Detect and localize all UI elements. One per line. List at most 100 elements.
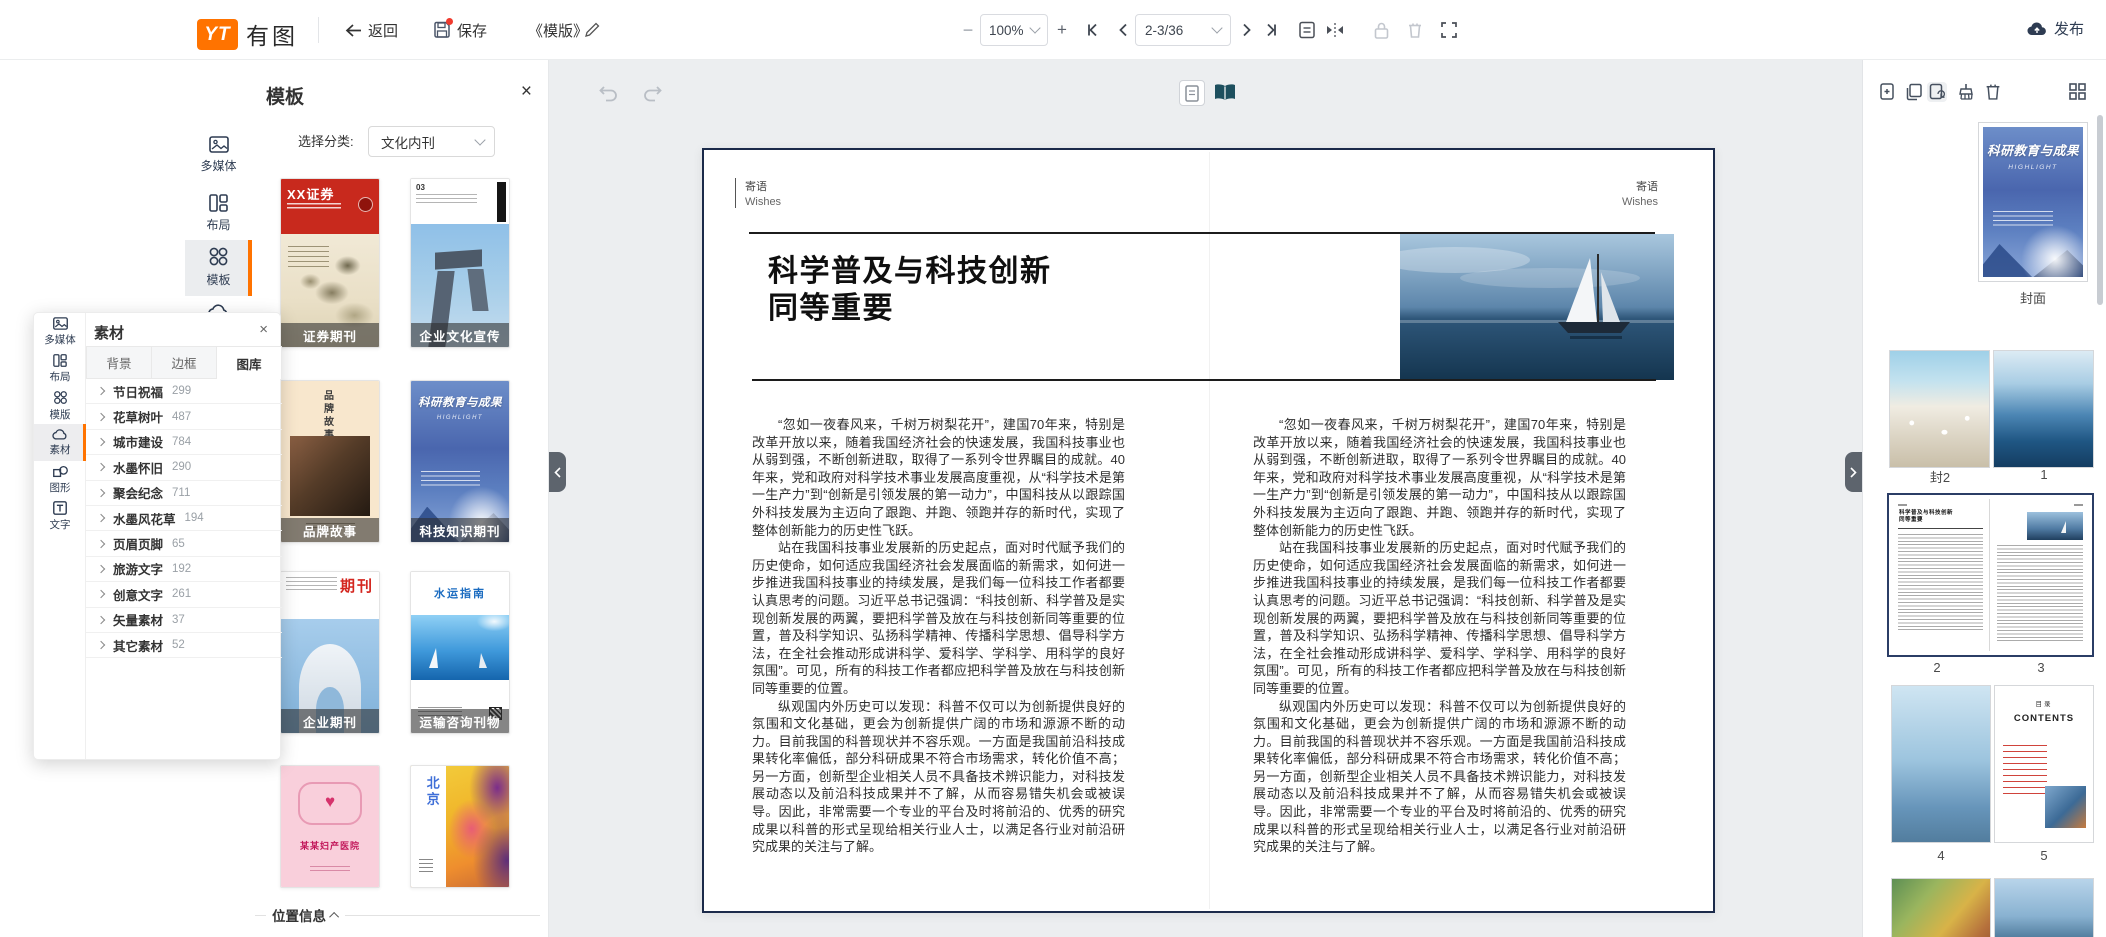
asset-category-row[interactable]: 节日祝福299: [86, 379, 282, 404]
duplicate-page-icon[interactable]: [1905, 83, 1923, 101]
page-select[interactable]: 2-3/36: [1135, 14, 1231, 46]
asset-category-row[interactable]: 页眉页脚65: [86, 531, 282, 556]
page-thumb-cover[interactable]: 科研教育与成果 HIGHLIGHT: [1978, 122, 2088, 282]
asset-category-count: 65: [172, 538, 185, 550]
position-info-section-header[interactable]: 位置信息: [252, 905, 548, 925]
expand-chevron-icon: [97, 489, 105, 497]
fullscreen-button[interactable]: [1438, 14, 1460, 46]
template-card-beijing[interactable]: 北京: [410, 765, 510, 888]
first-page-button[interactable]: [1082, 14, 1104, 46]
lock-button[interactable]: [1370, 14, 1392, 46]
template-card-shipping[interactable]: 水运指南 运输咨询刊物: [410, 571, 510, 734]
page-text-column-right[interactable]: “忽如一夜春风来，千树万树梨花开”，建国70年来，特别是改革开放以来，随着我国经…: [1253, 416, 1626, 856]
asset-category-list: 节日祝福299花草树叶487城市建设784水墨怀旧290聚会纪念711水墨风花草…: [86, 379, 282, 658]
next-page-button[interactable]: [1236, 14, 1258, 46]
category-select[interactable]: 文化内刊: [368, 126, 495, 157]
publish-button[interactable]: 发布: [2027, 18, 2084, 39]
save-button[interactable]: 保存: [433, 17, 487, 43]
tab-borders[interactable]: 边框: [152, 346, 217, 379]
body-rule: [752, 379, 1656, 381]
article-headline[interactable]: 科学普及与科技创新 同等重要: [768, 253, 1052, 327]
page-spread[interactable]: 寄语 Wishes 寄语 Wishes 科学普及与科技创新 同等重要: [702, 148, 1715, 913]
rail-item-assets[interactable]: 素材: [34, 424, 86, 461]
clear-pages-icon[interactable]: [1957, 83, 1975, 101]
page-thumb-6[interactable]: [1891, 878, 1991, 937]
add-page-icon[interactable]: [1879, 83, 1897, 101]
rail-item-template[interactable]: 模板: [185, 240, 252, 296]
asset-category-count: 784: [172, 436, 191, 448]
assets-floating-panel: 多媒体 布局 模版 素材 图形 文字 素材 ×: [33, 312, 281, 760]
template-card-tech-journal[interactable]: 科研教育与成果 HIGHLIGHT 科技知识期刊: [410, 380, 510, 543]
grid-view-icon[interactable]: [2069, 83, 2087, 101]
redo-button[interactable]: [643, 84, 663, 104]
page-thumb-cover2[interactable]: [1889, 350, 1990, 468]
back-button[interactable]: 返回: [345, 17, 398, 43]
facing-pages-button[interactable]: [1324, 14, 1346, 46]
trash-icon[interactable]: [1985, 83, 2003, 101]
page-thumb-7[interactable]: [1994, 878, 2094, 937]
template-card-enterprise-journal[interactable]: 期刊 企业期刊: [280, 571, 380, 734]
assets-panel-rail: 多媒体 布局 模版 素材 图形 文字: [34, 313, 86, 759]
asset-category-row[interactable]: 旅游文字192: [86, 557, 282, 582]
undo-button[interactable]: [598, 84, 618, 104]
template-panel: 模板 × 选择分类: 文化内刊 XX证券 证券期刊 03: [252, 60, 549, 937]
pages-toolbar: [1863, 60, 2106, 110]
rail-item-text[interactable]: 文字: [34, 498, 86, 535]
asset-category-count: 261: [172, 588, 191, 600]
single-page-view-button[interactable]: [1179, 80, 1205, 106]
page-thumb-spread-selected[interactable]: 科学普及与科技创新 同等重要: [1887, 493, 2094, 657]
zoom-select[interactable]: 100%: [980, 14, 1048, 46]
rail-item-media[interactable]: 多媒体: [185, 130, 252, 176]
close-icon[interactable]: ×: [521, 82, 532, 101]
page-fold-line: [1209, 152, 1210, 909]
rail-item-shapes[interactable]: 图形: [34, 461, 86, 498]
page-thumb-5[interactable]: 目录 CONTENTS: [1994, 685, 2094, 843]
eyebrow-text-left[interactable]: 寄语 Wishes: [735, 178, 781, 208]
spread-view-button[interactable]: [1212, 80, 1238, 106]
asset-category-row[interactable]: 城市建设784: [86, 430, 282, 455]
asset-category-row[interactable]: 矢量素材37: [86, 608, 282, 633]
page-manager-button[interactable]: [1296, 14, 1318, 46]
template-card-corporate-culture[interactable]: 03 企业文化宣传: [410, 178, 510, 348]
rail-item-layout[interactable]: 布局: [34, 350, 86, 387]
rail-item-layout[interactable]: 布局: [185, 188, 252, 232]
asset-category-row[interactable]: 水墨怀旧290: [86, 455, 282, 480]
eyebrow-text-right[interactable]: 寄语 Wishes: [1622, 178, 1658, 208]
page-thumb-4[interactable]: [1891, 685, 1991, 843]
asset-category-row[interactable]: 水墨风花草194: [86, 506, 282, 531]
page-text-column-left[interactable]: “忽如一夜春风来，千树万树梨花开”，建国70年来，特别是改革开放以来，随着我国经…: [752, 416, 1125, 856]
unsaved-indicator-dot: [446, 18, 453, 25]
zoom-in-button[interactable]: +: [1052, 14, 1072, 46]
page-thumb-label: 4: [1891, 848, 1991, 863]
asset-category-row[interactable]: 创意文字261: [86, 582, 282, 607]
last-page-button[interactable]: [1260, 14, 1282, 46]
page-thumb-1[interactable]: [1993, 350, 2094, 468]
rail-item-template[interactable]: 模版: [34, 387, 86, 424]
collapse-right-panel-handle[interactable]: [1845, 452, 1862, 492]
collapse-left-panel-handle[interactable]: [549, 452, 566, 492]
delete-button[interactable]: [1404, 14, 1426, 46]
close-icon[interactable]: ×: [259, 322, 268, 337]
template-card-label: 证券期刊: [281, 323, 379, 347]
asset-category-row[interactable]: 其它素材52: [86, 633, 282, 658]
sidebar-scrollbar[interactable]: [2097, 115, 2103, 305]
cover-beijing: 北京: [411, 766, 509, 887]
template-card-brand-story[interactable]: 品牌故事 品牌故事: [280, 380, 380, 543]
template-card-hospital[interactable]: ♥ 某某妇产医院: [280, 765, 380, 888]
replace-page-icon[interactable]: [1927, 82, 1947, 102]
tab-gallery[interactable]: 图库: [217, 346, 282, 379]
rename-pencil-icon[interactable]: [585, 22, 600, 37]
template-card-label: 运输咨询刊物: [411, 709, 509, 733]
tab-backgrounds[interactable]: 背景: [86, 346, 152, 379]
save-icon: [433, 21, 451, 39]
zoom-out-button[interactable]: −: [958, 14, 978, 46]
template-card-securities[interactable]: XX证券 证券期刊: [280, 178, 380, 348]
asset-category-row[interactable]: 聚会纪念711: [86, 481, 282, 506]
sailboat-photo[interactable]: [1400, 234, 1674, 380]
rail-item-media[interactable]: 多媒体: [34, 313, 86, 350]
asset-category-count: 37: [172, 614, 185, 626]
assets-tabs: 背景 边框 图库: [86, 346, 282, 379]
prev-page-button[interactable]: [1112, 14, 1134, 46]
asset-category-row[interactable]: 花草树叶487: [86, 404, 282, 429]
asset-category-name: 水墨风花草: [113, 509, 176, 528]
